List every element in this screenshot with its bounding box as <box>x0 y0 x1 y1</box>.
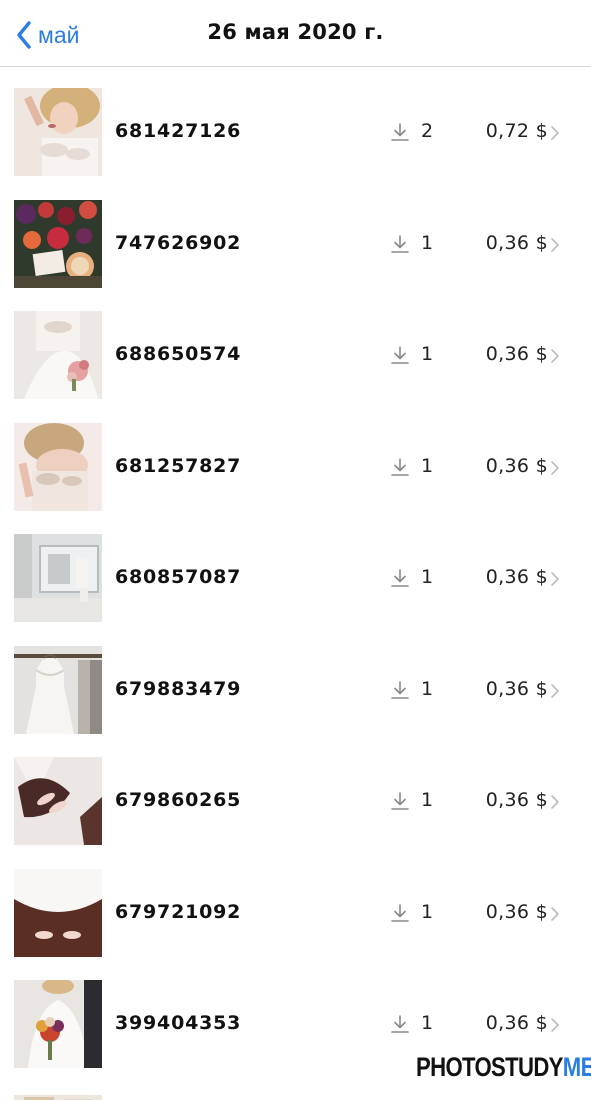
download-count: 1 <box>421 789 434 811</box>
watermark-logo: PHOTOSTUDYME <box>416 1052 591 1083</box>
watermark-text-part2: ME <box>562 1052 591 1082</box>
photo-thumbnail <box>14 199 102 288</box>
chevron-right-icon <box>551 683 559 698</box>
photo-thumbnail <box>14 422 102 511</box>
download-icon <box>391 346 409 364</box>
earnings-amount: 0,72 $ <box>485 120 548 142</box>
chevron-right-icon <box>551 795 559 809</box>
item-id: 681427126 <box>115 120 242 142</box>
item-id: 679883479 <box>115 677 242 700</box>
download-icon <box>391 792 409 810</box>
earnings-amount: 0,36 $ <box>485 1012 548 1034</box>
chevron-right-icon <box>551 906 559 921</box>
chevron-right-icon <box>551 237 559 252</box>
download-count: 2 <box>421 120 434 142</box>
item-id: 681257827 <box>115 454 242 477</box>
navigation-bar: май 26 мая 2020 г. <box>0 0 591 67</box>
download-count: 1 <box>421 343 434 365</box>
download-count: 1 <box>421 231 434 254</box>
download-icon <box>391 457 409 476</box>
list-item[interactable]: 681427126 2 0,72 $ <box>0 67 591 179</box>
chevron-right-icon <box>551 460 559 475</box>
photo-thumbnail <box>14 980 102 1068</box>
photo-thumbnail <box>14 311 102 399</box>
earnings-amount: 0,36 $ <box>485 566 548 588</box>
earnings-amount: 0,36 $ <box>485 343 548 365</box>
chevron-right-icon <box>551 126 559 140</box>
chevron-right-icon <box>551 572 559 586</box>
photo-thumbnail <box>14 1090 102 1100</box>
item-id: 679860265 <box>115 789 242 811</box>
item-id: 680857087 <box>115 566 242 588</box>
watermark-text-part1: PHOTOSTUDY <box>416 1052 563 1082</box>
earnings-amount: 0,36 $ <box>485 900 548 923</box>
photo-thumbnail <box>14 645 102 734</box>
earnings-amount: 0,36 $ <box>485 454 548 477</box>
item-id: 688650574 <box>115 343 242 365</box>
list-item[interactable]: 679860265 1 0,36 $ <box>0 736 591 848</box>
sales-list: 681427126 2 0,72 $ 747626902 1 0,36 $ 68… <box>0 67 591 1071</box>
page-title: 26 мая 2020 г. <box>207 20 384 44</box>
earnings-amount: 0,36 $ <box>485 677 548 700</box>
download-count: 1 <box>421 900 434 923</box>
download-icon <box>391 680 409 699</box>
list-item[interactable]: 679721092 1 0,36 $ <box>0 848 591 960</box>
item-id: 399404353 <box>115 1012 242 1034</box>
download-count: 1 <box>421 566 434 588</box>
download-icon <box>391 903 409 922</box>
photo-thumbnail <box>14 868 102 957</box>
download-icon <box>391 1015 409 1033</box>
list-item[interactable]: 747626902 1 0,36 $ <box>0 179 591 291</box>
photo-thumbnail <box>14 757 102 845</box>
photo-thumbnail <box>14 88 102 176</box>
photo-thumbnail <box>14 534 102 622</box>
list-item[interactable]: 680857087 1 0,36 $ <box>0 513 591 625</box>
chevron-right-icon <box>551 1018 559 1032</box>
download-count: 1 <box>421 1012 434 1034</box>
download-icon <box>391 234 409 253</box>
download-count: 1 <box>421 677 434 700</box>
earnings-amount: 0,36 $ <box>485 789 548 811</box>
chevron-right-icon <box>551 349 559 363</box>
list-item[interactable]: 681257827 1 0,36 $ <box>0 402 591 514</box>
list-item[interactable]: 679883479 1 0,36 $ <box>0 625 591 737</box>
item-id: 747626902 <box>115 231 242 254</box>
download-count: 1 <box>421 454 434 477</box>
item-id: 679721092 <box>115 900 242 923</box>
download-icon <box>391 123 409 141</box>
list-item[interactable]: 688650574 1 0,36 $ <box>0 290 591 402</box>
earnings-amount: 0,36 $ <box>485 231 548 254</box>
download-icon <box>391 569 409 587</box>
